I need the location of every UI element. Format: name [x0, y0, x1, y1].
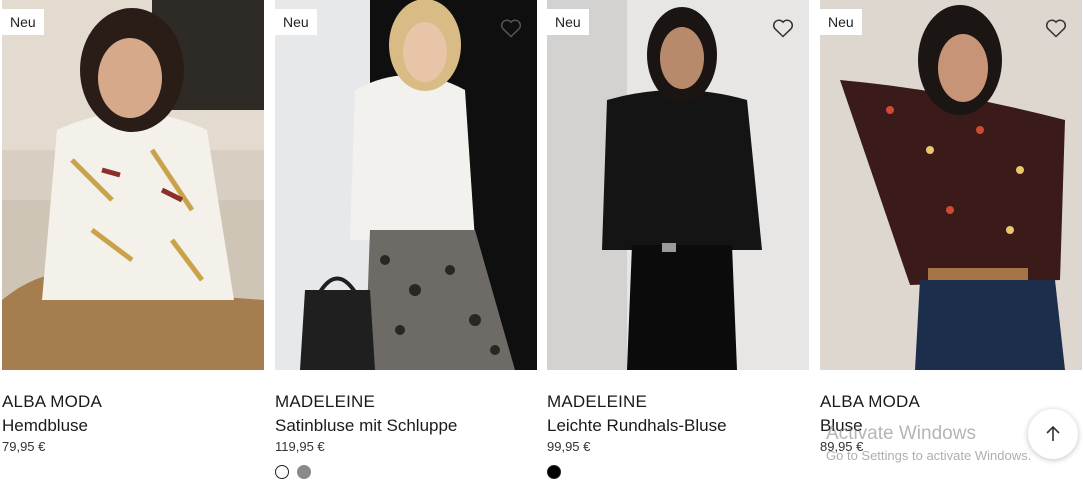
- new-badge: Neu: [547, 9, 589, 35]
- product-photo: [547, 0, 809, 370]
- heart-icon[interactable]: [771, 16, 795, 40]
- product-image[interactable]: Neu: [820, 0, 1082, 370]
- product-photo: [275, 0, 537, 370]
- product-price: 99,95 €: [547, 439, 591, 454]
- product-brand[interactable]: ALBA MODA: [2, 392, 102, 412]
- heart-icon[interactable]: [1044, 16, 1068, 40]
- new-badge: Neu: [820, 9, 862, 35]
- color-swatch-white[interactable]: [275, 465, 289, 479]
- product-brand[interactable]: MADELEINE: [547, 392, 647, 412]
- activate-windows-title: Activate Windows: [826, 423, 976, 444]
- product-card[interactable]: Neu MADELEINE Leichte Rundhals-Bluse 99,…: [547, 0, 809, 479]
- product-card[interactable]: Neu MADELEINE Satinbluse mit Schluppe 11…: [275, 0, 537, 479]
- product-image[interactable]: Neu: [547, 0, 809, 370]
- product-card[interactable]: Neu ALBA MODA Bluse 89,95 €: [820, 0, 1082, 454]
- activate-windows-subtitle: Go to Settings to activate Windows.: [826, 448, 1032, 463]
- product-price: 119,95 €: [275, 439, 325, 454]
- color-swatches: [547, 465, 561, 479]
- color-swatch-black[interactable]: [547, 465, 561, 479]
- product-image[interactable]: Neu: [275, 0, 537, 370]
- product-name[interactable]: Leichte Rundhals-Bluse: [547, 416, 727, 436]
- scroll-to-top-button[interactable]: [1028, 409, 1078, 459]
- new-badge: Neu: [275, 9, 317, 35]
- color-swatches: [275, 465, 311, 479]
- product-brand[interactable]: MADELEINE: [275, 392, 375, 412]
- product-price: 79,95 €: [2, 439, 46, 454]
- product-photo: [2, 0, 264, 370]
- product-photo: [820, 0, 1082, 370]
- product-card[interactable]: Neu ALBA MODA Hemdbluse 79,95 €: [2, 0, 264, 454]
- product-name[interactable]: Hemdbluse: [2, 416, 88, 436]
- arrow-up-icon: [1046, 425, 1060, 441]
- product-brand[interactable]: ALBA MODA: [820, 392, 920, 412]
- new-badge: Neu: [2, 9, 44, 35]
- color-swatch-grey[interactable]: [297, 465, 311, 479]
- product-image[interactable]: Neu: [2, 0, 264, 370]
- heart-icon[interactable]: [499, 16, 523, 40]
- product-name[interactable]: Satinbluse mit Schluppe: [275, 416, 457, 436]
